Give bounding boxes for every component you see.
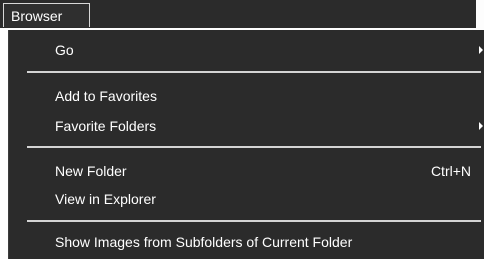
browser-menu-screen: Browser Go Add to Favorites Favorite Fol… [0, 0, 484, 259]
menu-item-label: Favorite Folders [55, 118, 157, 134]
menu-item-label: Go [55, 42, 74, 58]
browser-dropdown-menu: Go Add to Favorites Favorite Folders New… [8, 30, 484, 259]
menu-item-new-folder[interactable]: New Folder Ctrl+N [9, 158, 484, 184]
menu-separator [27, 220, 481, 222]
menu-item-favorite-folders[interactable]: Favorite Folders [9, 113, 484, 139]
chevron-right-icon [479, 46, 483, 54]
menu-separator [27, 146, 481, 148]
menu-item-view-in-explorer[interactable]: View in Explorer [9, 186, 484, 212]
menu-item-label: View in Explorer [55, 191, 156, 207]
menu-item-label: New Folder [55, 163, 127, 179]
menu-bar: Browser [0, 0, 484, 30]
menu-item-label: Show Images from Subfolders of Current F… [55, 234, 353, 250]
browser-menu-title[interactable]: Browser [3, 3, 90, 27]
menu-item-go[interactable]: Go [9, 37, 484, 63]
menu-separator [27, 71, 481, 73]
menu-item-show-images-from-subfolders[interactable]: Show Images from Subfolders of Current F… [9, 229, 484, 255]
menu-item-label: Add to Favorites [55, 88, 157, 104]
menu-item-shortcut: Ctrl+N [430, 163, 471, 179]
chevron-right-icon [479, 122, 483, 130]
menu-item-add-to-favorites[interactable]: Add to Favorites [9, 83, 484, 109]
